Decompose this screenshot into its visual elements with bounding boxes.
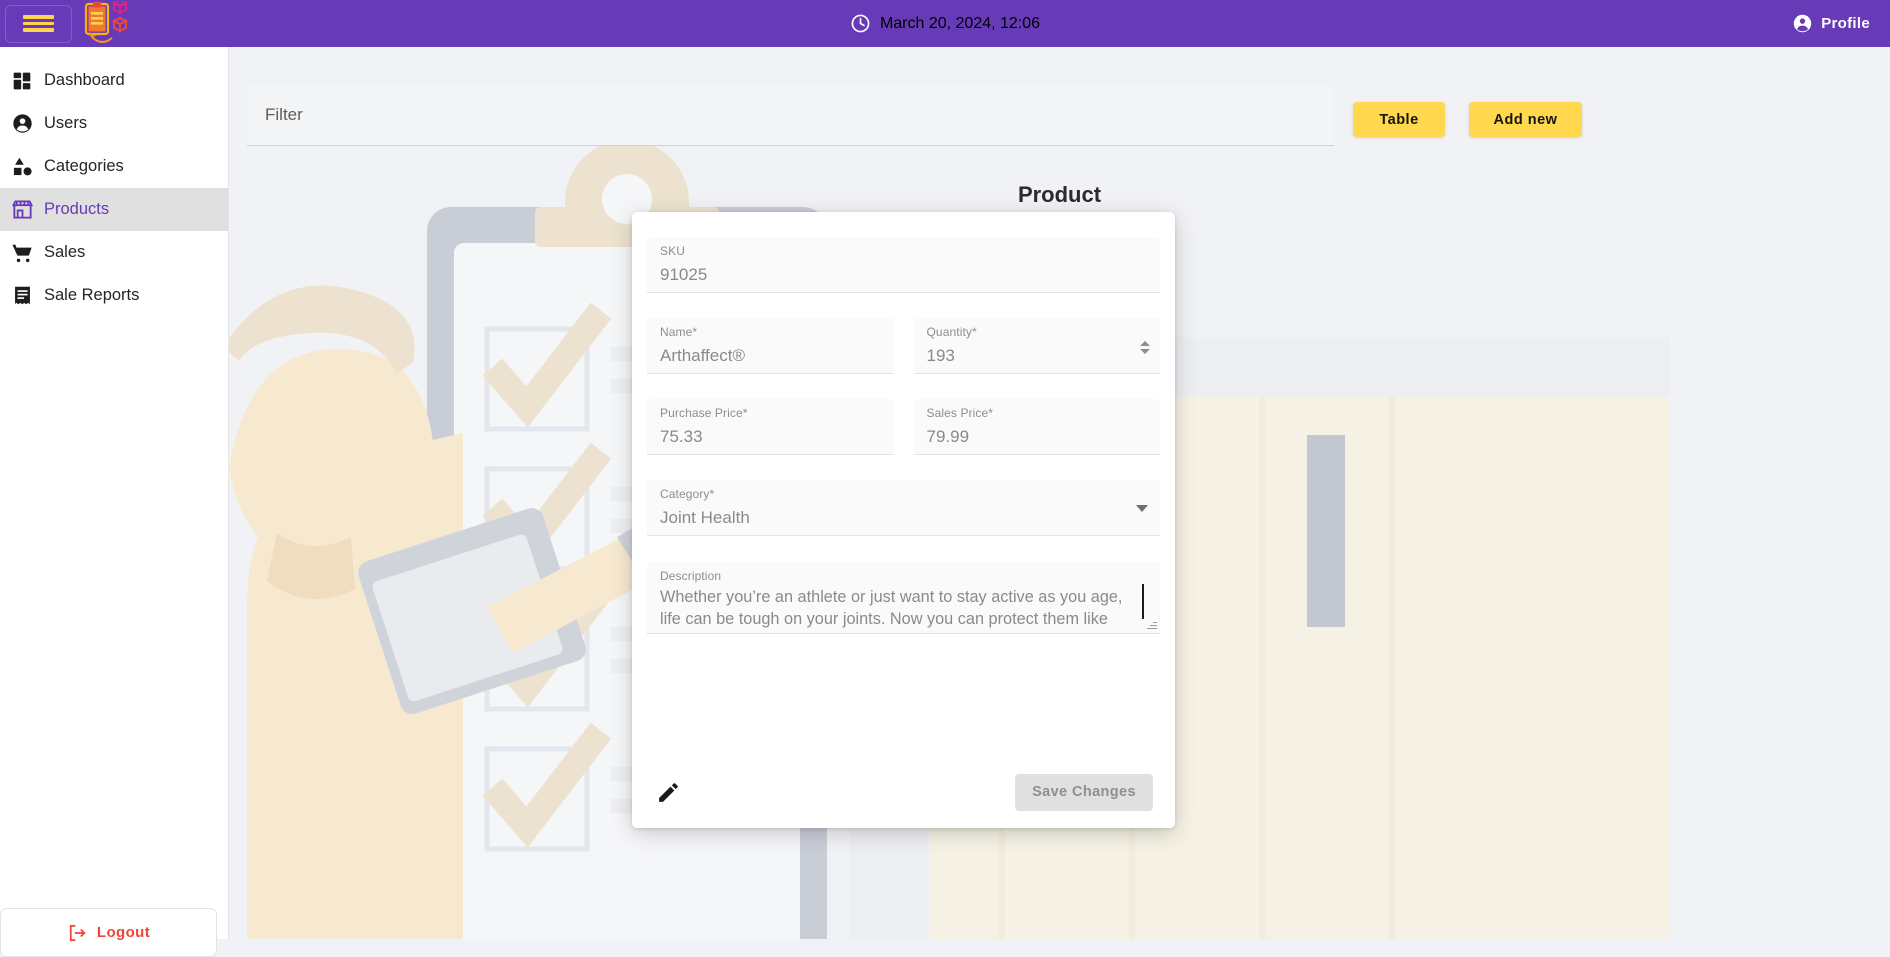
quantity-value: 193 xyxy=(926,346,955,365)
datetime-text: March 20, 2024, 12:06 xyxy=(879,14,1041,32)
purchase-price-field[interactable]: Purchase Price* 75.33 xyxy=(647,399,894,455)
price-row: Purchase Price* 75.33 Sales Price* 79.99 xyxy=(647,399,1160,455)
shapes-icon xyxy=(0,156,44,177)
hamburger-menu-button[interactable] xyxy=(5,4,72,43)
name-quantity-row: Name* Arthaffect® Quantity* 193 xyxy=(647,318,1160,374)
quantity-label: Quantity* xyxy=(926,325,977,339)
product-dialog: SKU 91025 Name* Arthaffect® Quantity* 19… xyxy=(632,212,1175,828)
profile-label: Profile xyxy=(1821,15,1870,32)
sidebar-item-label: Sale Reports xyxy=(44,286,140,304)
profile-button[interactable]: Profile xyxy=(1792,0,1870,47)
sidebar-item-sale-reports[interactable]: Sale Reports xyxy=(0,274,228,317)
add-new-button[interactable]: Add new xyxy=(1469,102,1582,137)
name-field[interactable]: Name* Arthaffect® xyxy=(647,318,894,374)
description-label: Description xyxy=(660,569,722,583)
clipboard-boxes-logo xyxy=(84,1,129,43)
logout-button[interactable]: Logout xyxy=(0,908,217,957)
dialog-footer: Save Changes xyxy=(632,756,1175,828)
storefront-icon xyxy=(0,198,44,221)
purchase-price-label: Purchase Price* xyxy=(660,406,748,420)
description-field[interactable]: Description Whether you’re an athlete or… xyxy=(647,562,1160,634)
sidebar-item-label: Dashboard xyxy=(44,71,125,89)
sidebar-item-label: Categories xyxy=(44,157,124,175)
description-value: Whether you’re an athlete or just want t… xyxy=(660,588,1123,628)
save-changes-button[interactable]: Save Changes xyxy=(1015,773,1153,811)
sku-field[interactable]: SKU 91025 xyxy=(647,237,1160,293)
dialog-title: Product xyxy=(1017,182,1102,207)
clock-icon xyxy=(851,14,870,33)
sidebar-item-sales[interactable]: Sales xyxy=(0,231,228,274)
sidebar-item-label: Sales xyxy=(44,243,86,261)
product-form: SKU 91025 Name* Arthaffect® Quantity* 19… xyxy=(632,212,1175,756)
sku-label: SKU xyxy=(660,244,685,258)
hamburger-menu-icon xyxy=(23,12,54,35)
datetime-display: March 20, 2024, 12:06 xyxy=(0,0,1890,47)
category-value: Joint Health xyxy=(660,508,750,527)
sidebar-item-label: Products xyxy=(44,200,110,218)
sales-price-value: 79.99 xyxy=(926,427,970,446)
logout-label: Logout xyxy=(96,924,151,941)
dashboard-icon xyxy=(0,71,44,91)
page-toolbar: Table Add new xyxy=(229,47,1890,150)
account-circle-icon xyxy=(1793,14,1812,33)
filter-field[interactable] xyxy=(247,84,1334,146)
pencil-edit-icon[interactable] xyxy=(656,780,681,805)
sku-value: 91025 xyxy=(660,265,708,284)
sidebar-top-spacer xyxy=(0,47,228,59)
name-label: Name* xyxy=(660,325,698,339)
textarea-resize-handle[interactable] xyxy=(1146,619,1157,630)
sidebar-navigation: Dashboard Users Categories Products Sale… xyxy=(0,47,229,957)
category-select[interactable]: Category* Joint Health xyxy=(647,480,1160,536)
number-stepper-icon[interactable] xyxy=(1140,336,1152,358)
receipt-icon xyxy=(0,285,44,306)
sales-price-field[interactable]: Sales Price* 79.99 xyxy=(913,399,1160,455)
sales-price-label: Sales Price* xyxy=(926,406,994,420)
sidebar-item-products[interactable]: Products xyxy=(0,188,228,231)
sidebar-item-dashboard[interactable]: Dashboard xyxy=(0,59,228,102)
main-content-area: Table Add new Product SKU 91025 Name* Ar… xyxy=(229,47,1890,939)
name-value: Arthaffect® xyxy=(660,346,745,365)
category-label: Category* xyxy=(660,487,715,501)
logout-icon xyxy=(69,924,86,941)
filter-input[interactable] xyxy=(263,103,1334,126)
table-view-button[interactable]: Table xyxy=(1353,102,1445,137)
purchase-price-value: 75.33 xyxy=(660,427,703,446)
account-icon xyxy=(0,113,44,134)
sidebar-item-categories[interactable]: Categories xyxy=(0,145,228,188)
top-app-bar: March 20, 2024, 12:06 Profile xyxy=(0,0,1890,47)
sidebar-item-label: Users xyxy=(44,114,88,132)
sidebar-item-users[interactable]: Users xyxy=(0,102,228,145)
chevron-down-icon[interactable] xyxy=(1136,505,1148,512)
text-cursor xyxy=(1142,584,1144,619)
quantity-field[interactable]: Quantity* 193 xyxy=(913,318,1160,374)
shopping-cart-icon xyxy=(0,242,44,264)
